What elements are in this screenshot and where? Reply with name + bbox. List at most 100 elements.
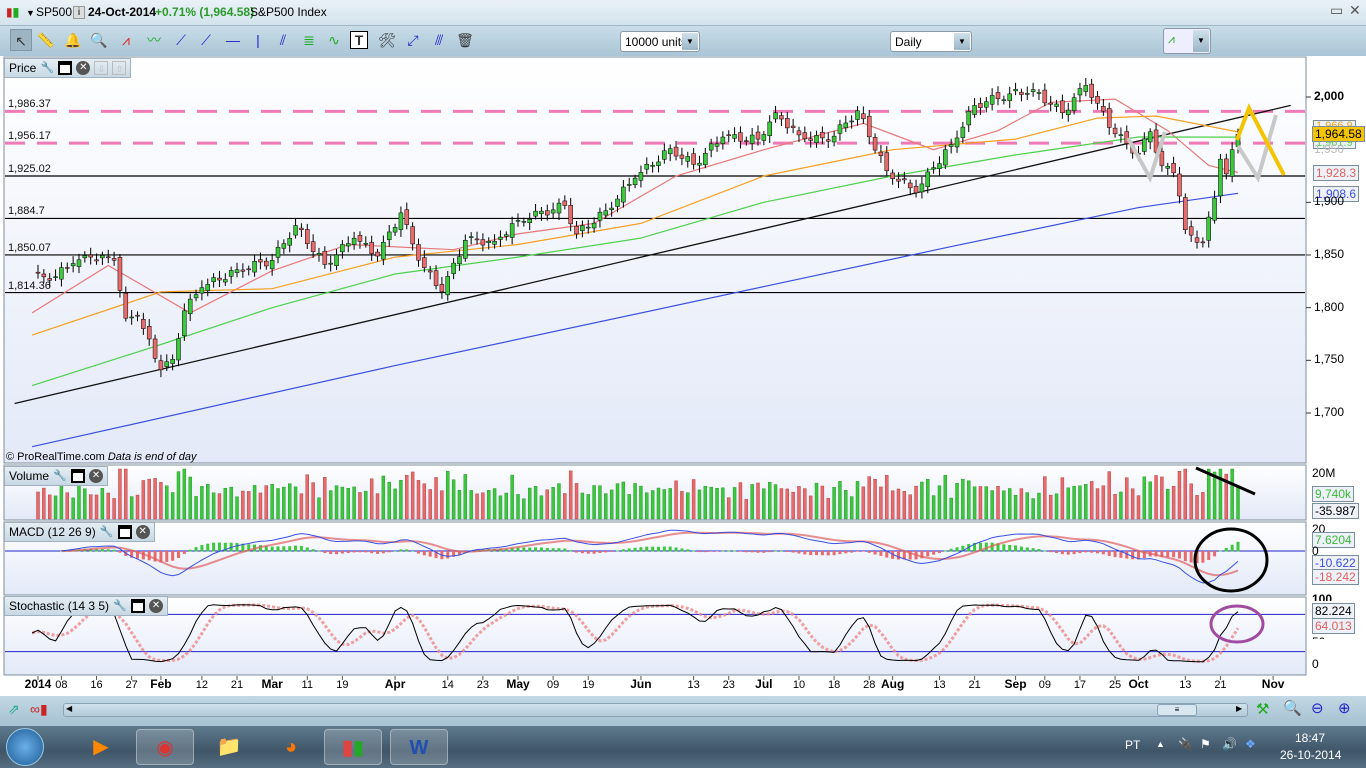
x-tick-label: 2014	[24, 677, 52, 691]
candle-body	[691, 153, 696, 165]
show-hidden-icons[interactable]: ▲	[1156, 739, 1165, 749]
stoch-axis-100: 100	[1312, 592, 1333, 601]
volume-bar	[469, 490, 473, 520]
taskbar-chrome[interactable]: ◉	[136, 729, 194, 765]
auto-zoom-icon[interactable]: 🔍	[1283, 699, 1302, 717]
x-tick-label: Jul	[755, 677, 773, 691]
window-icon[interactable]	[117, 525, 132, 539]
level-label: 1,884.7	[8, 205, 45, 218]
macd-histogram-bar	[563, 548, 567, 552]
volume-bar	[311, 482, 315, 520]
macd-histogram-bar	[627, 548, 631, 552]
close-icon[interactable]: ✕	[89, 469, 104, 483]
action-center-flag-icon[interactable]: ⚑	[1200, 737, 1211, 751]
scrollbar-thumb[interactable]: ≡	[1157, 704, 1197, 716]
macd-histogram-bar	[826, 551, 830, 556]
macd-histogram-bar	[580, 551, 584, 554]
wrench-icon[interactable]: 🔧	[40, 61, 54, 75]
candle-body	[422, 257, 427, 268]
volume-bar	[481, 492, 485, 520]
macd-histogram-bar	[820, 551, 824, 556]
price-panel-label: Price	[9, 61, 37, 75]
candle-body	[486, 240, 491, 243]
volume-bar	[844, 490, 848, 520]
close-icon[interactable]: ✕	[135, 525, 150, 539]
volume-bar	[639, 485, 643, 520]
close-icon[interactable]: ✕	[149, 599, 164, 613]
wrench-icon[interactable]: 🔧	[100, 525, 114, 539]
macd-histogram-bar	[376, 551, 380, 554]
candle-body	[679, 154, 685, 159]
volume-bar	[364, 490, 368, 520]
chart-settings-icon[interactable]: ⚒	[1256, 700, 1269, 718]
horizontal-scrollbar[interactable]: ◀ ≡ ▶	[63, 703, 1248, 717]
macd-histogram-bar	[551, 548, 555, 552]
zoom-in-icon[interactable]: ⊕	[1338, 699, 1351, 717]
macd-histogram-bar	[399, 549, 403, 552]
clock-time[interactable]: 18:47	[1295, 731, 1325, 745]
volume-icon[interactable]: 🔊	[1222, 737, 1237, 751]
export-icon[interactable]: ⇗	[8, 701, 20, 718]
taskbar-firefox[interactable]: ◕	[262, 729, 320, 765]
candle-body	[825, 139, 831, 142]
volume-bar	[305, 474, 309, 520]
volume-panel-label: Volume	[9, 469, 50, 483]
candle-body	[433, 270, 439, 286]
scroll-left-icon[interactable]: ◀	[66, 704, 72, 713]
y-tick-label: 1,700	[1314, 405, 1345, 419]
volume-bar	[1183, 468, 1188, 520]
macd-histogram-bar	[299, 545, 303, 552]
macd-histogram-bar	[686, 549, 690, 552]
chart-canvas[interactable]	[0, 0, 1366, 768]
move-up-icon[interactable]: ⇧	[112, 61, 127, 75]
candle-body	[521, 221, 527, 223]
macd-histogram-bar	[200, 545, 204, 552]
macd-histogram-bar	[1101, 551, 1105, 555]
move-down-icon[interactable]: ⇩	[94, 61, 109, 75]
volume-bar	[375, 493, 380, 520]
window-icon[interactable]	[71, 469, 86, 483]
power-icon[interactable]: 🔌	[1178, 737, 1193, 751]
wrench-icon[interactable]: 🔧	[113, 599, 127, 613]
stochastic-panel-bg	[3, 596, 1307, 676]
macd-histogram-bar	[1131, 551, 1135, 560]
macd-histogram-bar	[586, 551, 590, 554]
macd-histogram-bar	[762, 551, 766, 553]
x-tick-label: Aug	[880, 677, 905, 691]
scroll-right-icon[interactable]: ▶	[1236, 704, 1242, 713]
macd-histogram-bar	[1230, 544, 1234, 552]
taskbar-word[interactable]: W	[390, 729, 448, 765]
language-indicator[interactable]: PT	[1125, 738, 1140, 752]
macd-histogram-bar	[662, 546, 666, 552]
dropbox-icon[interactable]: ❖	[1245, 737, 1256, 751]
volume-bar	[1160, 476, 1164, 520]
start-button[interactable]	[6, 728, 44, 766]
candle-body	[972, 105, 977, 115]
candle-body	[299, 227, 304, 230]
window-icon[interactable]	[131, 599, 146, 613]
volume-bar	[170, 492, 175, 520]
clock-date[interactable]: 26-10-2014	[1280, 748, 1341, 762]
candle-body	[410, 226, 415, 245]
candle-body	[264, 260, 269, 267]
wrench-icon[interactable]: 🔧	[53, 469, 67, 483]
macd-histogram-bar	[545, 548, 549, 552]
taskbar-file-explorer[interactable]: 📁	[200, 729, 258, 765]
taskbar-prorealtime[interactable]: ▮▮	[324, 729, 382, 765]
volume-bar	[691, 479, 696, 520]
link-candles-icon[interactable]: ∞▮	[30, 701, 48, 718]
x-tick-label: 16	[90, 679, 103, 691]
zoom-out-icon[interactable]: ⊖	[1311, 699, 1324, 717]
close-icon[interactable]: ✕	[76, 61, 91, 75]
volume-bar	[920, 481, 924, 520]
candle-body	[638, 172, 644, 181]
candle-body	[187, 298, 193, 315]
candle-body	[767, 121, 772, 136]
candle-body	[995, 92, 1001, 99]
candle-body	[1054, 103, 1059, 107]
candle-body	[1171, 163, 1176, 174]
window-icon[interactable]	[58, 61, 73, 75]
macd-histogram-bar	[346, 551, 350, 554]
taskbar-media-center[interactable]: ▶	[72, 729, 130, 765]
candle-body	[281, 243, 287, 249]
